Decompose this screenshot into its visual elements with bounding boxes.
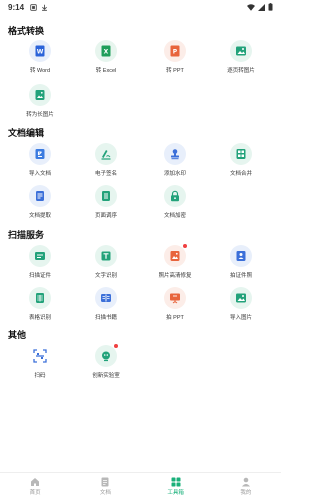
reorder-icon <box>95 185 117 207</box>
tool-label: 逐页转图片 <box>227 68 255 74</box>
section-title-format: 格式转换 <box>8 26 45 36</box>
tool-label: 导入图片 <box>229 315 252 321</box>
new-badge-dot <box>183 244 187 248</box>
tool-merge-doc[interactable]: 文档合并 <box>211 143 271 193</box>
tool-label: 转为长图片 <box>26 112 54 118</box>
svg-text:X: X <box>104 49 109 56</box>
lock-icon <box>164 185 186 207</box>
status-bar: 9:14 <box>0 0 281 14</box>
tool-qr-scan[interactable]: 扫码 <box>10 345 70 395</box>
tool-label: 扫码 <box>34 373 46 379</box>
tool-photo-ppt[interactable]: 拍 PPT <box>145 287 205 337</box>
image-icon <box>230 40 252 62</box>
bottom-nav: 首页 文档 工具箱 我的 <box>0 472 281 500</box>
tool-label: 扫描证件 <box>28 273 51 279</box>
id-photo-icon <box>230 245 252 267</box>
nav-toolbox[interactable]: 工具箱 <box>141 473 211 500</box>
tool-label: 扫描书籍 <box>94 315 117 321</box>
tool-label: 导入文档 <box>28 171 51 177</box>
tool-page-to-image[interactable]: 逐页转图片 <box>211 40 271 90</box>
merge-icon <box>230 143 252 165</box>
signal-icon <box>258 3 265 11</box>
tool-label: 拍证件照 <box>229 273 252 279</box>
document-icon <box>101 477 109 487</box>
qr-scan-icon <box>29 345 51 367</box>
tool-encrypt-doc[interactable]: 文档加密 <box>145 185 205 235</box>
section-title-other: 其他 <box>8 330 27 340</box>
nav-label: 首页 <box>29 490 41 496</box>
table-ocr-icon <box>29 287 51 309</box>
tool-label: 拍 PPT <box>166 315 184 321</box>
tool-label: 转 Excel <box>95 68 117 74</box>
photo-ppt-icon <box>164 287 186 309</box>
wifi-icon <box>247 3 255 11</box>
import-image-icon <box>230 287 252 309</box>
tool-to-ppt[interactable]: P 转 PPT <box>145 40 205 90</box>
svg-text:P: P <box>173 49 178 56</box>
section-title-edit: 文档编辑 <box>8 128 45 138</box>
tool-import-image[interactable]: 导入图片 <box>211 287 271 337</box>
tool-label: 文档合并 <box>229 171 252 177</box>
tool-label: 电子签名 <box>94 171 117 177</box>
tool-to-excel[interactable]: X 转 Excel <box>76 40 136 90</box>
status-time: 9:14 <box>8 2 25 12</box>
tool-label: 添加水印 <box>163 171 186 177</box>
tool-label: 表格识别 <box>28 315 51 321</box>
tool-label: 文档提取 <box>28 213 51 219</box>
book-scan-icon <box>95 287 117 309</box>
tool-to-word[interactable]: W 转 Word <box>10 40 70 90</box>
tool-label: 转 Word <box>29 68 51 74</box>
tool-innovation-lab[interactable]: 创新实验室 <box>76 344 136 395</box>
download-icon <box>42 4 47 11</box>
nav-label: 文档 <box>99 490 111 496</box>
ppt-icon: P <box>164 40 186 62</box>
nav-home[interactable]: 首页 <box>0 473 70 500</box>
toolbox-icon <box>171 477 181 487</box>
import-doc-icon <box>29 143 51 165</box>
home-icon <box>31 478 40 486</box>
stamp-icon <box>164 143 186 165</box>
svg-text:W: W <box>37 49 44 56</box>
nav-label: 工具箱 <box>167 490 184 496</box>
tool-label: 页面调序 <box>94 213 117 219</box>
extract-icon <box>29 185 51 207</box>
tool-label: 文字识别 <box>94 273 117 279</box>
new-badge-dot <box>114 344 118 348</box>
tool-page-reorder[interactable]: 页面调序 <box>76 185 136 235</box>
tool-label: 创新实验室 <box>92 373 120 379</box>
excel-icon: X <box>95 40 117 62</box>
nav-profile[interactable]: 我的 <box>211 473 281 500</box>
nav-documents[interactable]: 文档 <box>70 473 140 500</box>
id-scan-icon <box>29 245 51 267</box>
long-image-icon <box>29 84 51 106</box>
section-title-scan: 扫描服务 <box>8 230 45 240</box>
lab-icon <box>95 344 118 367</box>
profile-icon <box>241 477 250 487</box>
photo-restore-icon <box>164 244 187 267</box>
tool-book-scan[interactable]: 扫描书籍 <box>76 287 136 337</box>
nav-label: 我的 <box>240 490 252 496</box>
battery-icon <box>268 3 273 11</box>
notification-icon <box>30 3 37 11</box>
tool-label: 照片高清修复 <box>158 273 192 279</box>
tool-label: 转 PPT <box>166 68 184 74</box>
word-icon: W <box>29 40 51 62</box>
tool-label: 文档加密 <box>163 213 186 219</box>
text-ocr-icon <box>95 245 117 267</box>
signature-icon <box>95 143 117 165</box>
